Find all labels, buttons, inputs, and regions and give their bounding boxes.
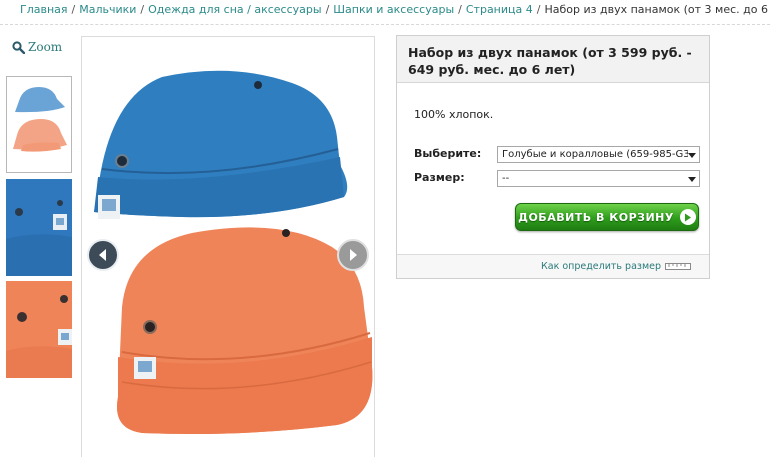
breadcrumb-link-hats[interactable]: Шапки и аксессуары bbox=[333, 3, 454, 16]
size-select[interactable]: -- bbox=[497, 170, 700, 187]
size-label: Размер: bbox=[414, 171, 465, 184]
thumbnail-coral-hat[interactable] bbox=[6, 281, 72, 378]
breadcrumb-link-boys[interactable]: Мальчики bbox=[79, 3, 136, 16]
thumbnail-blue-hat[interactable] bbox=[6, 179, 72, 276]
chevron-down-icon bbox=[688, 177, 696, 182]
chevron-left-icon bbox=[99, 249, 106, 261]
blue-hat-thumbnail-image bbox=[6, 179, 72, 276]
breadcrumb: Главная / Мальчики / Одежда для сна / аксесс… bbox=[20, 3, 770, 17]
breadcrumb-separator: / bbox=[140, 3, 145, 16]
add-to-cart-label: ДОБАВИТЬ В КОРЗИНУ bbox=[518, 210, 674, 224]
color-select[interactable]: Голубые и коралловые (659-985-G3 bbox=[497, 146, 700, 163]
breadcrumb-divider bbox=[0, 24, 770, 25]
breadcrumb-current: Набор из двух панамок (от 3 мес. до 6 ле… bbox=[544, 3, 770, 16]
breadcrumb-separator: / bbox=[325, 3, 330, 16]
chevron-down-icon bbox=[688, 153, 696, 158]
chevron-right-icon bbox=[350, 249, 357, 261]
next-image-button[interactable] bbox=[337, 239, 369, 271]
add-to-cart-button[interactable]: ДОБАВИТЬ В КОРЗИНУ bbox=[515, 203, 699, 231]
zoom-button[interactable]: Zoom bbox=[12, 40, 62, 54]
panel-footer: Как определить размер bbox=[397, 254, 709, 278]
coral-hat-thumbnail-image bbox=[6, 281, 72, 378]
hats-photo bbox=[94, 70, 373, 434]
size-guide-link[interactable]: Как определить размер bbox=[541, 261, 661, 272]
breadcrumb-link-page[interactable]: Страница 4 bbox=[466, 3, 533, 16]
breadcrumb-link-home[interactable]: Главная bbox=[20, 3, 68, 16]
option-label: Выберите: bbox=[414, 147, 482, 160]
two-hats-thumbnail-image bbox=[9, 79, 69, 170]
product-description: 100% хлопок. bbox=[414, 108, 494, 121]
breadcrumb-separator: / bbox=[71, 3, 76, 16]
product-main-image bbox=[81, 36, 375, 457]
color-select-value: Голубые и коралловые (659-985-G3 bbox=[502, 149, 688, 160]
thumbnail-two-hats[interactable] bbox=[6, 76, 72, 173]
ruler-icon bbox=[665, 263, 691, 270]
breadcrumb-separator: / bbox=[458, 3, 462, 16]
product-panel: Набор из двух панамок (от 3 599 руб. - 6… bbox=[396, 35, 710, 279]
breadcrumb-separator: / bbox=[536, 3, 541, 16]
magnifier-icon bbox=[12, 40, 25, 54]
size-select-value: -- bbox=[502, 173, 510, 184]
product-title: Набор из двух панамок (от 3 599 руб. - 6… bbox=[397, 36, 709, 83]
arrow-right-circle-icon bbox=[679, 209, 696, 225]
prev-image-button[interactable] bbox=[87, 239, 119, 271]
zoom-label: Zoom bbox=[28, 40, 63, 54]
breadcrumb-link-sleepwear[interactable]: Одежда для сна / аксессуары bbox=[148, 3, 321, 16]
